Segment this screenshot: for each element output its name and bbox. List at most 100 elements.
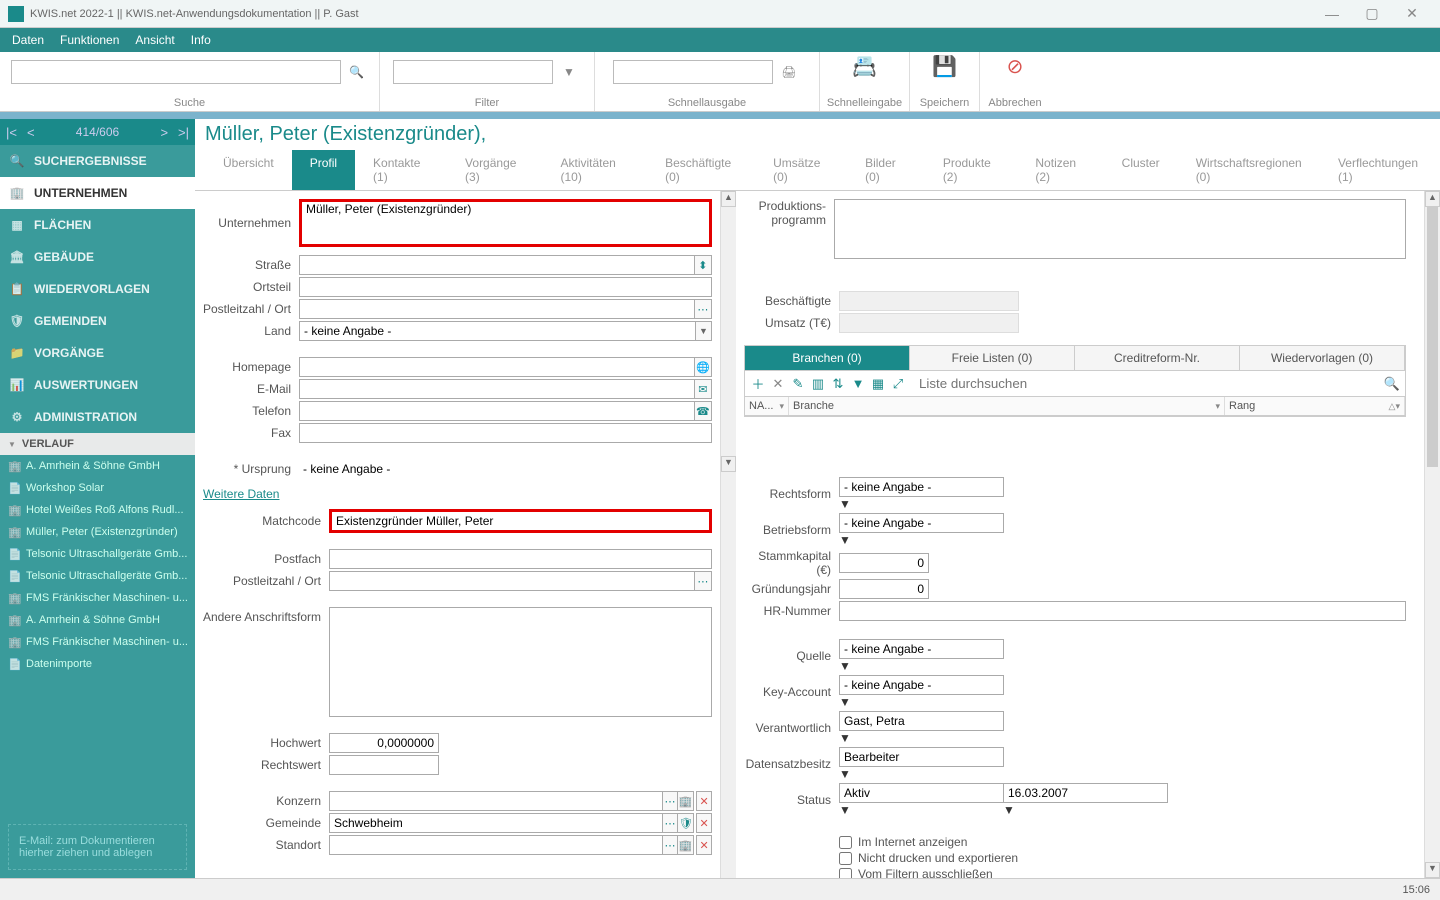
fax-field[interactable]	[299, 423, 712, 443]
filter-icon[interactable]: ▾	[1215, 401, 1220, 412]
chk-drucken[interactable]	[839, 852, 852, 865]
expand-icon[interactable]: ⤢	[889, 375, 907, 393]
scroll-up-icon[interactable]: ▲	[721, 191, 736, 207]
delete-icon[interactable]: ✕	[696, 835, 712, 855]
lookup-icon[interactable]: ⋯	[663, 791, 679, 811]
menu-funktionen[interactable]: Funktionen	[52, 33, 127, 47]
sidebar-flaechen[interactable]: ▦FLÄCHEN	[0, 209, 195, 241]
sidebar-administration[interactable]: ⚙ADMINISTRATION	[0, 401, 195, 433]
verantwortlich-field[interactable]	[839, 711, 1004, 731]
nav-first-icon[interactable]: |<	[6, 125, 17, 140]
history-item[interactable]: 🏢FMS Fränkischer Maschinen- u...	[0, 587, 195, 609]
dropdown-icon[interactable]: ▼	[839, 731, 1406, 745]
web-icon[interactable]: 🌐	[695, 357, 712, 377]
dropdown-icon[interactable]: ▼	[1003, 803, 1093, 817]
hrnummer-field[interactable]	[839, 601, 1406, 621]
search-input[interactable]	[11, 60, 341, 84]
sort-icon[interactable]: ⇅	[829, 375, 847, 393]
subtab-freielisten[interactable]: Freie Listen (0)	[910, 346, 1075, 370]
menu-daten[interactable]: Daten	[4, 33, 52, 47]
add-icon[interactable]: ＋	[749, 375, 767, 393]
filter-icon[interactable]: △▾	[1389, 401, 1400, 412]
land-field[interactable]	[299, 321, 696, 341]
status-date-field[interactable]	[1003, 783, 1168, 803]
history-item[interactable]: 🏢FMS Fränkischer Maschinen- u...	[0, 631, 195, 653]
col-branche[interactable]: Branche	[793, 400, 834, 412]
building-icon[interactable]: 🏢	[678, 791, 694, 811]
lookup-icon[interactable]: ⋯	[663, 813, 679, 833]
sidebar-unternehmen[interactable]: 🏢UNTERNEHMEN	[0, 177, 195, 209]
lookup-icon[interactable]: ⋯	[663, 835, 679, 855]
tab-verflechtungen[interactable]: Verflechtungen (1)	[1320, 150, 1440, 190]
map-icon[interactable]: ⬍	[695, 255, 712, 275]
edit-icon[interactable]: ✎	[789, 375, 807, 393]
konzern-field[interactable]	[329, 791, 663, 811]
print-icon[interactable]: 🖨	[777, 60, 801, 84]
schnellausgabe-input[interactable]	[613, 60, 773, 84]
dropdown-icon[interactable]: ▼	[839, 497, 1406, 511]
sidebar-wiedervorlagen[interactable]: 📋WIEDERVORLAGEN	[0, 273, 195, 305]
nav-prev-icon[interactable]: <	[27, 125, 35, 140]
dropdown-icon[interactable]: ▼	[696, 321, 712, 341]
lookup-icon[interactable]: ⋯	[695, 299, 712, 319]
filter-icon[interactable]: ▼	[849, 375, 867, 393]
chk-filtern[interactable]	[839, 868, 852, 879]
anschrift-field[interactable]	[329, 607, 712, 717]
telefon-field[interactable]	[299, 401, 695, 421]
scroll-down-icon[interactable]: ▼	[721, 456, 736, 472]
sidebar-auswertungen[interactable]: 📊AUSWERTUNGEN	[0, 369, 195, 401]
gemeinde-field[interactable]	[329, 813, 663, 833]
weitere-daten-link[interactable]: Weitere Daten	[203, 487, 279, 501]
list-search-input[interactable]	[915, 374, 1381, 394]
delete-icon[interactable]: ✕	[696, 791, 712, 811]
history-item[interactable]: 📄Workshop Solar	[0, 477, 195, 499]
history-item[interactable]: 🏢A. Amrhein & Söhne GmbH	[0, 455, 195, 477]
history-item[interactable]: 📄Datenimporte	[0, 653, 195, 675]
grid-icon[interactable]: ▦	[869, 375, 887, 393]
matchcode-field[interactable]	[329, 509, 712, 533]
dropdown-icon[interactable]: ▼	[839, 533, 1406, 547]
sidebar-gebaeude[interactable]: 🏛GEBÄUDE	[0, 241, 195, 273]
col-rang[interactable]: Rang	[1229, 400, 1255, 412]
search-icon[interactable]: 🔍	[1383, 375, 1401, 393]
strasse-field[interactable]	[299, 255, 695, 275]
tab-cluster[interactable]: Cluster	[1104, 150, 1178, 190]
tab-kontakte[interactable]: Kontakte (1)	[355, 150, 447, 190]
right-scrollbar[interactable]: ▲ ▼	[1424, 191, 1440, 878]
tab-aktivitaeten[interactable]: Aktivitäten (10)	[543, 150, 648, 190]
standort-field[interactable]	[329, 835, 663, 855]
tab-vorgaenge[interactable]: Vorgänge (3)	[447, 150, 542, 190]
subtab-branchen[interactable]: Branchen (0)	[745, 346, 910, 370]
dropdown-icon[interactable]: ▼	[839, 659, 1406, 673]
unternehmen-field[interactable]: Müller, Peter (Existenzgründer)	[299, 199, 712, 247]
verlauf-header[interactable]: VERLAUF	[0, 433, 195, 455]
col-na[interactable]: NA...	[749, 400, 773, 412]
lookup-icon[interactable]: ⋯	[695, 571, 712, 591]
rechtswert-field[interactable]	[329, 755, 439, 775]
dropdown-icon[interactable]: ▼	[839, 767, 1406, 781]
tab-profil[interactable]: Profil	[292, 150, 355, 190]
datensatzbesitz-field[interactable]	[839, 747, 1004, 767]
building-icon[interactable]: 🏢	[678, 835, 694, 855]
nav-last-icon[interactable]: >|	[178, 125, 189, 140]
shield-icon[interactable]: 🛡	[678, 813, 694, 833]
prodprog-field[interactable]	[834, 199, 1406, 259]
phone-icon[interactable]: ☎	[695, 401, 712, 421]
history-item[interactable]: 🏢Müller, Peter (Existenzgründer)	[0, 521, 195, 543]
postfach-field[interactable]	[329, 549, 712, 569]
search-icon[interactable]: 🔍	[345, 60, 369, 84]
remove-icon[interactable]: ✕	[769, 375, 787, 393]
betriebsform-field[interactable]	[839, 513, 1004, 533]
hochwert-field[interactable]	[329, 733, 439, 753]
history-item[interactable]: 📄Telsonic Ultraschallgeräte Gmb...	[0, 565, 195, 587]
schnelleingabe-button[interactable]: 📇	[835, 54, 895, 79]
scroll-down-icon[interactable]: ▼	[1425, 862, 1440, 878]
tab-beschaeftigte[interactable]: Beschäftigte (0)	[647, 150, 755, 190]
plzort2-field[interactable]	[329, 571, 695, 591]
tab-notizen[interactable]: Notizen (2)	[1017, 150, 1103, 190]
mail-icon[interactable]: ✉	[695, 379, 712, 399]
dropdown-icon[interactable]: ▼	[839, 803, 999, 817]
tab-wirtschaftsregionen[interactable]: Wirtschaftsregionen (0)	[1178, 150, 1320, 190]
tab-uebersicht[interactable]: Übersicht	[205, 150, 292, 190]
menu-ansicht[interactable]: Ansicht	[127, 33, 182, 47]
